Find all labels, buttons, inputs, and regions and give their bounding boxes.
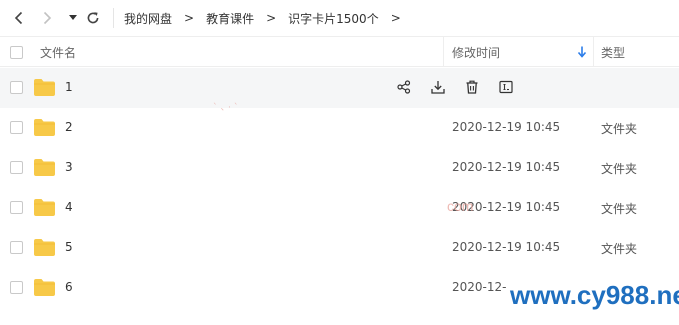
breadcrumb-separator: > (184, 11, 195, 25)
download-button[interactable] (429, 78, 447, 96)
row-checkbox[interactable] (10, 121, 23, 134)
rename-button[interactable] (497, 78, 515, 96)
file-name[interactable]: 4 (65, 200, 73, 214)
file-modified-time: 2020-12-19 10:45 (452, 240, 561, 254)
file-row[interactable]: 2 2020-12-19 10:45 文件夹 (0, 108, 679, 148)
download-icon (431, 81, 445, 94)
navigation-bar: 我的网盘 > 教育课件 > 识字卡片1500个 > (0, 0, 679, 36)
refresh-icon (87, 12, 99, 24)
forward-button[interactable] (38, 9, 56, 27)
file-name[interactable]: 3 (65, 160, 73, 174)
folder-icon (34, 239, 55, 256)
file-type: 文件夹 (601, 202, 638, 216)
column-resize-handle[interactable] (593, 37, 594, 67)
caret-down-icon (69, 15, 77, 20)
breadcrumb-item-current-folder[interactable]: 识字卡片1500个 (288, 10, 379, 27)
file-modified-time: 2020-12- (452, 280, 507, 294)
nav-divider (113, 8, 114, 28)
file-modified-time: 2020-12-19 10:45 (452, 160, 561, 174)
column-header-name[interactable]: 文件名 (40, 44, 76, 61)
chevron-left-icon (14, 11, 23, 25)
folder-icon (34, 199, 55, 216)
breadcrumb: 我的网盘 > 教育课件 > 识字卡片1500个 > (124, 0, 413, 36)
file-row[interactable]: 5 2020-12-19 10:45 文件夹 (0, 228, 679, 268)
row-checkbox[interactable] (10, 81, 23, 94)
back-button[interactable] (10, 9, 28, 27)
row-checkbox[interactable] (10, 241, 23, 254)
breadcrumb-item-my-drive[interactable]: 我的网盘 (124, 10, 172, 27)
file-modified-time: 2020-12-19 10:45 (452, 120, 561, 134)
file-list: 1 2 2020-12-19 10:45 文件夹 3 2020-12-19 10… (0, 68, 679, 308)
column-header-type[interactable]: 类型 (601, 44, 625, 61)
rename-icon (499, 80, 513, 94)
file-row[interactable]: 1 (0, 68, 679, 108)
watermark-faint-text: com (447, 198, 474, 214)
folder-icon (34, 279, 55, 296)
select-all-checkbox[interactable] (10, 46, 23, 59)
row-hover-actions (395, 78, 531, 98)
file-name[interactable]: 1 (65, 80, 73, 94)
file-row[interactable]: 4 2020-12-19 10:45 文件夹 (0, 188, 679, 228)
folder-icon (34, 159, 55, 176)
column-header-modified[interactable]: 修改时间 (452, 44, 500, 61)
delete-button[interactable] (463, 78, 481, 96)
trash-icon (466, 80, 478, 94)
folder-icon (34, 79, 55, 96)
watermark-dots: `、·` (213, 103, 242, 113)
file-type: 文件夹 (601, 242, 638, 256)
history-dropdown-button[interactable] (64, 9, 82, 27)
file-type: 文件夹 (601, 122, 638, 136)
row-checkbox[interactable] (10, 161, 23, 174)
file-name[interactable]: 5 (65, 240, 73, 254)
file-name[interactable]: 2 (65, 120, 73, 134)
breadcrumb-separator: > (390, 11, 401, 25)
breadcrumb-item-courseware[interactable]: 教育课件 (206, 10, 254, 27)
file-type: 文件夹 (601, 162, 638, 176)
refresh-button[interactable] (84, 9, 102, 27)
breadcrumb-separator: > (266, 11, 277, 25)
file-row[interactable]: 3 2020-12-19 10:45 文件夹 (0, 148, 679, 188)
row-checkbox[interactable] (10, 281, 23, 294)
chevron-right-icon (43, 11, 52, 25)
column-resize-handle[interactable] (443, 37, 444, 67)
row-checkbox[interactable] (10, 201, 23, 214)
watermark-text: www.cy988.net (510, 280, 679, 310)
folder-icon (34, 119, 55, 136)
sort-down-arrow-icon[interactable] (577, 46, 587, 58)
share-icon (397, 80, 411, 94)
share-button[interactable] (395, 78, 413, 96)
file-list-header: 文件名 修改时间 类型 (0, 36, 679, 67)
file-name[interactable]: 6 (65, 280, 73, 294)
